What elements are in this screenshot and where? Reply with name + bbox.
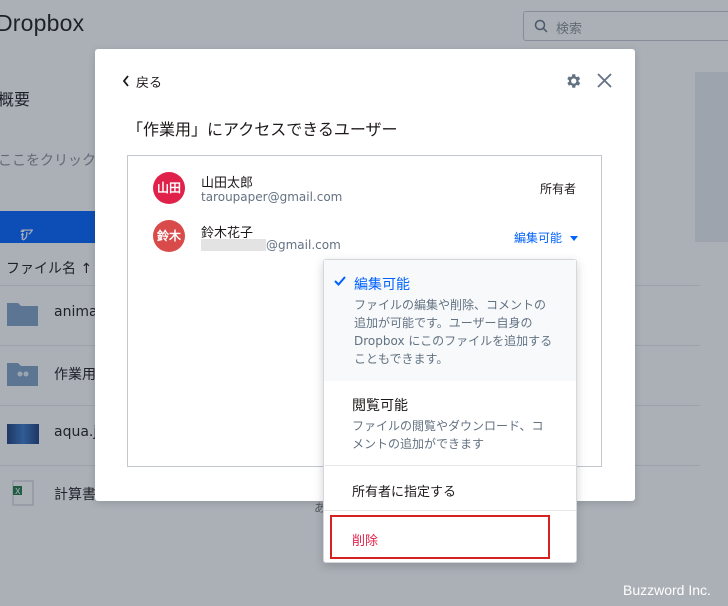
menu-item-can-view[interactable]: 閲覧可能 ファイルの閲覧やダウンロード、コメントの追加ができます <box>324 381 576 465</box>
modal-title: 「作業用」にアクセスできるユーザー <box>127 120 398 139</box>
close-icon[interactable] <box>597 73 612 88</box>
permission-menu: 編集可能 ファイルの編集や削除、コメントの追加が可能です。ユーザー自身のDrop… <box>323 259 577 563</box>
caret-down-icon <box>569 236 578 241</box>
menu-item-desc: ファイルの閲覧やダウンロード、コメントの追加ができます <box>352 419 544 451</box>
avatar: 鈴木 <box>153 220 185 252</box>
menu-item-title: 編集可能 <box>354 277 410 293</box>
avatar: 山田 <box>153 172 185 204</box>
back-label: 戻る <box>136 75 163 91</box>
menu-item-remove[interactable]: 削除 <box>352 530 378 549</box>
gear-icon[interactable] <box>564 72 582 90</box>
check-icon <box>334 276 346 286</box>
member-role: 所有者 <box>540 182 577 196</box>
menu-item-title: 閲覧可能 <box>352 398 408 414</box>
role-dropdown-toggle[interactable]: 編集可能 <box>514 229 578 246</box>
member-role: 編集可能 <box>514 231 563 245</box>
member-name: 山田太郎 <box>201 176 254 191</box>
member-email: taroupaper@gmail.com <box>201 190 343 204</box>
menu-item-can-edit[interactable]: 編集可能 ファイルの編集や削除、コメントの追加が可能です。ユーザー自身のDrop… <box>324 260 576 381</box>
redacted-email-part <box>201 239 266 251</box>
watermark: Buzzword Inc. <box>623 582 711 598</box>
menu-divider <box>324 510 576 511</box>
menu-item-title: 所有者に指定する <box>352 485 457 500</box>
menu-item-desc: ファイルの編集や削除、コメントの追加が可能です。ユーザー自身のDropbox に… <box>354 298 553 366</box>
menu-item-make-owner[interactable]: 所有者に指定する <box>324 466 576 510</box>
back-button[interactable]: 戻る <box>122 72 163 91</box>
member-email: @gmail.com <box>266 238 341 252</box>
chevron-left-icon <box>122 75 129 87</box>
